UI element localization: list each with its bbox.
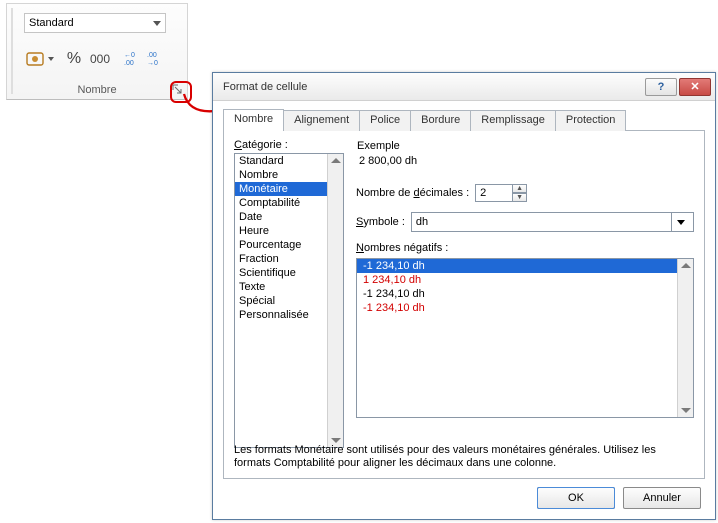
decimals-label: Nombre de décimales : xyxy=(356,187,469,199)
help-button[interactable]: ? xyxy=(645,78,677,96)
ribbon-separator xyxy=(11,8,13,94)
dialog-launcher-button[interactable] xyxy=(170,82,184,96)
dialog-body: NombreAlignementPoliceBordureRemplissage… xyxy=(213,101,715,519)
tab-remplissage[interactable]: Remplissage xyxy=(470,110,556,131)
svg-text:→0: →0 xyxy=(147,60,158,67)
scrollbar[interactable] xyxy=(677,259,693,417)
tab-panel-number: Catégorie : StandardNombreMonétaireCompt… xyxy=(223,131,705,479)
dialog-titlebar: Format de cellule ? ✕ xyxy=(213,73,715,101)
dialog-title: Format de cellule xyxy=(223,81,307,93)
svg-text:←0: ←0 xyxy=(124,52,135,59)
example-value: 2 800,00 dh xyxy=(357,152,693,167)
format-options-area: Exemple 2 800,00 dh Nombre de décimales … xyxy=(356,139,694,418)
increase-decimal-button[interactable]: ←0 .00 xyxy=(123,48,143,70)
format-hint-text: Les formats Monétaire sont utilisés pour… xyxy=(234,444,694,470)
svg-text:.00: .00 xyxy=(124,60,134,67)
symbol-value: dh xyxy=(416,216,428,228)
negative-format-item[interactable]: 1 234,10 dh xyxy=(357,273,693,287)
example-group: Exemple 2 800,00 dh xyxy=(356,139,694,174)
dialog-footer: OK Annuler xyxy=(537,487,701,509)
category-label: Catégorie : xyxy=(234,139,288,151)
tab-bordure[interactable]: Bordure xyxy=(410,110,471,131)
negative-format-item[interactable]: -1 234,10 dh xyxy=(357,259,693,273)
example-label: Exemple xyxy=(357,140,693,152)
close-button[interactable]: ✕ xyxy=(679,78,711,96)
negatives-listbox[interactable]: -1 234,10 dh1 234,10 dh-1 234,10 dh-1 23… xyxy=(356,258,694,418)
chevron-down-icon xyxy=(671,213,689,231)
category-listbox[interactable]: StandardNombreMonétaireComptabilitéDateH… xyxy=(234,153,344,448)
number-format-dropdown[interactable]: Standard xyxy=(24,13,166,33)
number-format-value: Standard xyxy=(29,17,74,29)
negatives-label: Nombres négatifs : xyxy=(356,242,694,254)
decimals-spinner[interactable]: ▲ ▼ xyxy=(475,184,527,202)
spinner-up-button[interactable]: ▲ xyxy=(512,184,527,193)
scrollbar[interactable] xyxy=(327,154,343,447)
comma-style-button[interactable]: 000 xyxy=(89,48,111,70)
negative-format-item[interactable]: -1 234,10 dh xyxy=(357,301,693,315)
tab-protection[interactable]: Protection xyxy=(555,110,627,131)
ok-button[interactable]: OK xyxy=(537,487,615,509)
cancel-button[interactable]: Annuler xyxy=(623,487,701,509)
decrease-decimal-button[interactable]: .00 →0 xyxy=(146,48,166,70)
chevron-down-icon xyxy=(153,17,161,29)
tab-strip: NombreAlignementPoliceBordureRemplissage… xyxy=(223,109,705,131)
spinner-down-button[interactable]: ▼ xyxy=(512,193,527,202)
format-cells-dialog: Format de cellule ? ✕ NombreAlignementPo… xyxy=(212,72,716,520)
accounting-format-button[interactable] xyxy=(24,48,58,70)
ribbon-group-label: Nombre xyxy=(7,84,187,96)
ribbon-number-group: Standard % 000 ←0 .00 .00 →0 Nombre xyxy=(6,3,188,100)
tab-police[interactable]: Police xyxy=(359,110,411,131)
tab-nombre[interactable]: Nombre xyxy=(223,109,284,131)
svg-text:.00: .00 xyxy=(147,52,157,59)
negative-format-item[interactable]: -1 234,10 dh xyxy=(357,287,693,301)
tab-alignement[interactable]: Alignement xyxy=(283,110,360,131)
percent-style-button[interactable]: % xyxy=(63,48,85,70)
decimals-input[interactable] xyxy=(475,184,513,202)
symbol-label: Symbole : xyxy=(356,216,405,228)
symbol-dropdown[interactable]: dh xyxy=(411,212,694,232)
